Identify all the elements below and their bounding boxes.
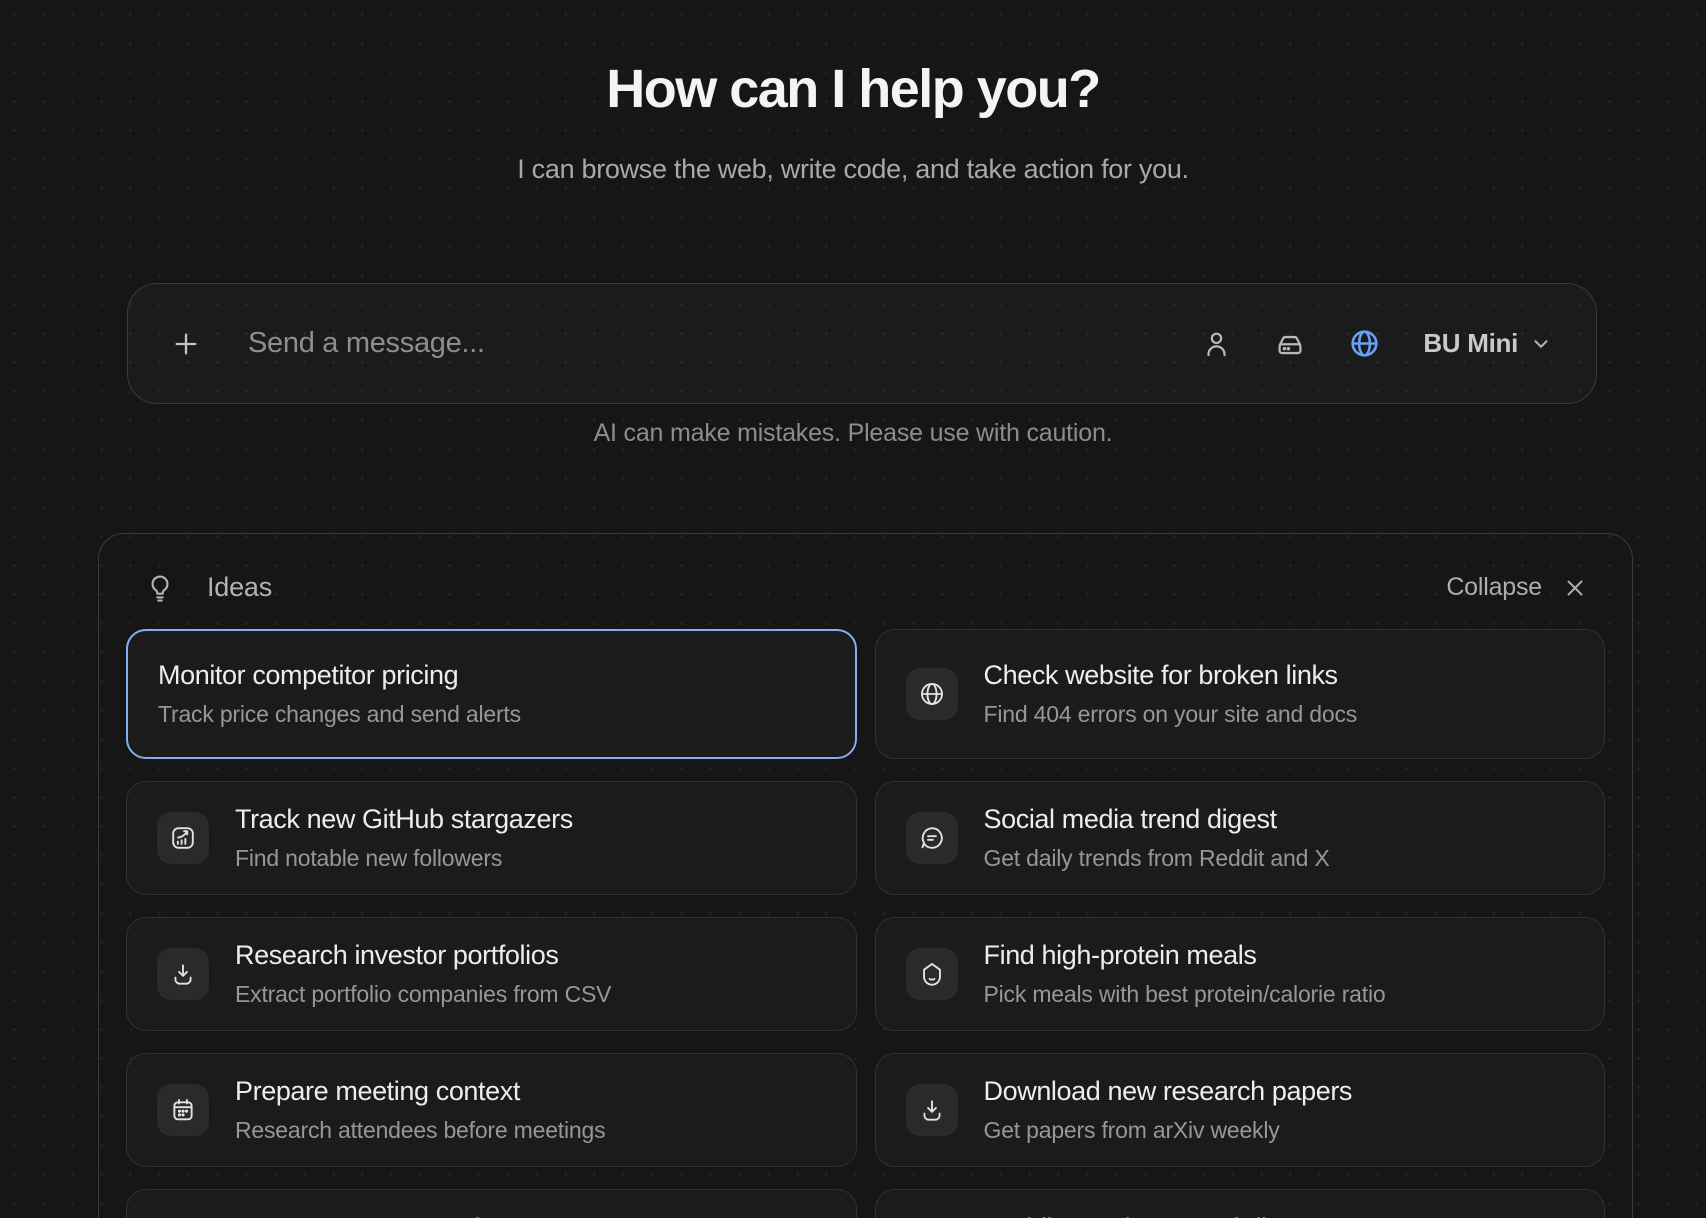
hard-drive-icon bbox=[1274, 328, 1306, 360]
collapse-button[interactable]: Collapse bbox=[1446, 573, 1542, 602]
idea-card[interactable]: Scrape Amazon products bbox=[126, 1189, 857, 1218]
chat-bubble-icon bbox=[906, 812, 958, 864]
idea-card[interactable]: Prepare meeting context Research attende… bbox=[126, 1053, 857, 1167]
page-title: How can I help you? bbox=[0, 58, 1706, 120]
person-icon bbox=[1201, 328, 1232, 359]
close-icon bbox=[1562, 575, 1588, 601]
calendar-icon bbox=[157, 1084, 209, 1136]
idea-title: Prepare meeting context bbox=[235, 1076, 605, 1107]
download-icon bbox=[157, 948, 209, 1000]
idea-card[interactable]: Find high-protein meals Pick meals with … bbox=[875, 917, 1606, 1031]
idea-title: Check website for broken links bbox=[984, 660, 1358, 691]
lightbulb-icon bbox=[145, 573, 175, 603]
message-composer[interactable]: Send a message... BU Mini bbox=[127, 283, 1597, 404]
idea-subtitle: Track price changes and send alerts bbox=[158, 701, 521, 728]
idea-card[interactable]: Track new GitHub stargazers Find notable… bbox=[126, 781, 857, 895]
attach-button[interactable] bbox=[170, 328, 202, 360]
idea-subtitle: Extract portfolio companies from CSV bbox=[235, 981, 611, 1008]
ideas-panel: Ideas Collapse Monitor competitor pricin… bbox=[98, 533, 1633, 1218]
idea-title: Reddit mentions trend digest bbox=[984, 1213, 1317, 1218]
web-browse-button[interactable] bbox=[1348, 327, 1381, 360]
idea-card[interactable]: Check website for broken links Find 404 … bbox=[875, 629, 1606, 759]
ideas-grid: Monitor competitor pricing Track price c… bbox=[126, 629, 1605, 1218]
storage-button[interactable] bbox=[1274, 328, 1306, 360]
idea-subtitle: Pick meals with best protein/calorie rat… bbox=[984, 981, 1386, 1008]
chart-trend-icon bbox=[157, 812, 209, 864]
idea-card[interactable]: Download new research papers Get papers … bbox=[875, 1053, 1606, 1167]
model-selector[interactable]: BU Mini bbox=[1423, 328, 1552, 359]
close-button[interactable] bbox=[1562, 575, 1588, 601]
hero: How can I help you? I can browse the web… bbox=[0, 58, 1706, 185]
ideas-title: Ideas bbox=[207, 572, 272, 603]
ai-disclaimer: AI can make mistakes. Please use with ca… bbox=[0, 419, 1706, 448]
chevron-down-icon bbox=[1530, 333, 1552, 355]
idea-subtitle: Find 404 errors on your site and docs bbox=[984, 701, 1358, 728]
idea-title: Track new GitHub stargazers bbox=[235, 804, 573, 835]
page-subtitle: I can browse the web, write code, and ta… bbox=[0, 154, 1706, 185]
idea-card[interactable]: Monitor competitor pricing Track price c… bbox=[126, 629, 857, 759]
idea-subtitle: Research attendees before meetings bbox=[235, 1117, 605, 1144]
persona-button[interactable] bbox=[1201, 328, 1232, 359]
idea-title: Scrape Amazon products bbox=[235, 1213, 528, 1218]
download-icon bbox=[906, 1084, 958, 1136]
idea-subtitle: Get daily trends from Reddit and X bbox=[984, 845, 1330, 872]
idea-title: Social media trend digest bbox=[984, 804, 1330, 835]
idea-subtitle: Get papers from arXiv weekly bbox=[984, 1117, 1353, 1144]
idea-title: Research investor portfolios bbox=[235, 940, 611, 971]
meal-icon bbox=[906, 948, 958, 1000]
message-input[interactable]: Send a message... bbox=[248, 327, 1201, 360]
idea-card[interactable]: Social media trend digest Get daily tren… bbox=[875, 781, 1606, 895]
idea-title: Download new research papers bbox=[984, 1076, 1353, 1107]
idea-subtitle: Find notable new followers bbox=[235, 845, 573, 872]
plus-icon bbox=[170, 328, 202, 360]
idea-title: Find high-protein meals bbox=[984, 940, 1386, 971]
idea-card[interactable]: Reddit mentions trend digest bbox=[875, 1189, 1606, 1218]
globe-icon bbox=[1348, 327, 1381, 360]
model-label: BU Mini bbox=[1423, 328, 1518, 359]
ideas-header: Ideas Collapse bbox=[99, 534, 1632, 603]
globe-icon bbox=[906, 668, 958, 720]
idea-card[interactable]: Research investor portfolios Extract por… bbox=[126, 917, 857, 1031]
idea-title: Monitor competitor pricing bbox=[158, 660, 521, 691]
